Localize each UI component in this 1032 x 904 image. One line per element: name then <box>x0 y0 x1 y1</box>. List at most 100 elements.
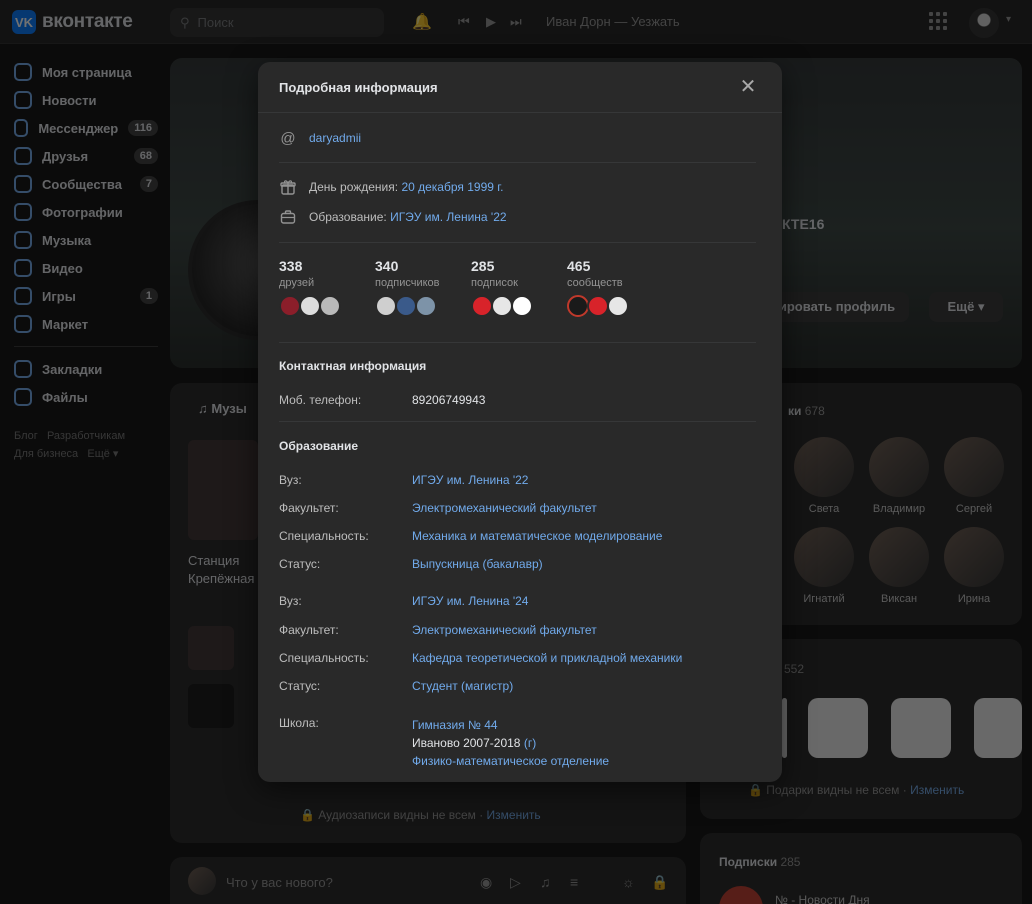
friend-avatar[interactable] <box>944 527 1004 587</box>
album-cover[interactable] <box>188 440 258 540</box>
gifts-change-link[interactable]: Изменить <box>910 783 964 797</box>
stat-following[interactable]: 285 подписок <box>471 258 533 317</box>
friend-name[interactable]: Владимир <box>859 503 939 515</box>
friend-name[interactable]: Сергей <box>934 503 1014 515</box>
apps-grid-icon[interactable] <box>929 12 947 30</box>
lock-icon[interactable]: 🔒 <box>651 874 668 891</box>
edu1-status-row: Статус: Выпускница (бакалавр) <box>279 557 543 571</box>
footer-link-more[interactable]: Ещё <box>87 448 110 460</box>
sidebar-item-market[interactable]: Маркет <box>14 310 158 338</box>
education-row: Образование: ИГЭУ им. Ленина '22 <box>279 208 507 226</box>
avatar <box>299 295 321 317</box>
sidebar-item-my-page[interactable]: Моя страница <box>14 58 158 86</box>
footer-link-developers[interactable]: Разработчикам <box>47 430 125 442</box>
school-name-link[interactable]: Гимназия № 44 <box>412 716 609 734</box>
edu2-specialty-link[interactable]: Кафедра теоретической и прикладной механ… <box>412 651 682 665</box>
search-input[interactable] <box>197 15 368 30</box>
music-tab[interactable]: ♫ Музы <box>198 401 247 416</box>
prev-track-icon[interactable]: ⏮ <box>458 14 470 30</box>
play-icon[interactable]: ▶ <box>486 14 496 30</box>
friend-avatar[interactable] <box>944 437 1004 497</box>
music-change-link[interactable]: Изменить <box>487 808 541 822</box>
text-format-icon[interactable]: ≡ <box>570 874 578 890</box>
edu1-uni-row: Вуз: ИГЭУ им. Ленина '22 <box>279 473 529 487</box>
idea-icon[interactable]: ☼ <box>622 874 635 890</box>
friend-avatar[interactable] <box>794 527 854 587</box>
sidebar-item-video[interactable]: Видео <box>14 254 158 282</box>
friend-avatar[interactable] <box>869 437 929 497</box>
bell-icon[interactable]: 🔔 <box>412 12 432 32</box>
next-track-icon[interactable]: ⏭ <box>510 14 522 30</box>
friend-avatar[interactable] <box>794 437 854 497</box>
modal-title: Подробная информация <box>279 79 438 95</box>
edu1-faculty-link[interactable]: Электромеханический факультет <box>412 501 597 515</box>
post-placeholder[interactable]: Что у вас нового? <box>226 875 333 890</box>
birthday-link[interactable]: 20 декабря 1999 г. <box>401 180 503 194</box>
school-dept-link[interactable]: Физико-математическое отделение <box>412 752 609 770</box>
video-icon[interactable]: ▷ <box>510 874 521 891</box>
sidebar-item-music[interactable]: Музыка <box>14 226 158 254</box>
sidebar-item-communities[interactable]: Сообщества 7 <box>14 170 158 198</box>
gift-item[interactable] <box>808 698 868 758</box>
sidebar-item-games[interactable]: Игры 1 <box>14 282 158 310</box>
friend-name[interactable]: Игнатий <box>784 593 864 605</box>
stat-friends[interactable]: 338 друзей <box>279 258 341 317</box>
edu1-uni-link[interactable]: ИГЭУ им. Ленина '22 <box>412 473 528 487</box>
gift-item[interactable] <box>974 698 1022 758</box>
more-button[interactable]: Ещё ▾ <box>929 292 1003 322</box>
school-row: Школа: Гимназия № 44 Иваново 2007-2018 (… <box>279 716 610 770</box>
gift-item[interactable] <box>782 698 787 758</box>
friends-title[interactable]: ки 678 <box>788 404 825 418</box>
friend-avatar[interactable] <box>869 527 929 587</box>
camera-icon[interactable]: ◉ <box>480 874 492 891</box>
school-years: Иваново 2007-2018 (г) <box>412 736 537 750</box>
avatar <box>491 295 513 317</box>
news-icon <box>14 91 32 109</box>
sidebar-item-friends[interactable]: Друзья 68 <box>14 142 158 170</box>
footer-link-blog[interactable]: Блог <box>14 430 38 442</box>
track-subtitle: Крепёжная <box>188 571 255 586</box>
edu1-specialty-link[interactable]: Механика и математическое моделирование <box>412 529 662 543</box>
sidebar-item-messenger[interactable]: Мессенджер 116 <box>14 114 158 142</box>
footer-link-business[interactable]: Для бизнеса <box>14 448 78 460</box>
vk-logo[interactable]: VK вконтакте <box>12 10 133 34</box>
edu2-specialty-row: Специальность: Кафедра теоретической и пр… <box>279 651 683 665</box>
friend-name[interactable]: Ирина <box>934 593 1014 605</box>
sidebar-item-photos[interactable]: Фотографии <box>14 198 158 226</box>
sidebar-item-news[interactable]: Новости <box>14 86 158 114</box>
sidebar-item-files[interactable]: Файлы <box>14 383 158 411</box>
birthday-label: День рождения: <box>309 180 399 194</box>
edu2-faculty-link[interactable]: Электромеханический факультет <box>412 623 597 637</box>
track-title: Станция <box>188 553 240 568</box>
edu1-status-link[interactable]: Выпускница (бакалавр) <box>412 557 543 571</box>
gift-icon <box>279 178 297 196</box>
friend-name[interactable]: Виксан <box>859 593 939 605</box>
edu2-uni-link[interactable]: ИГЭУ им. Ленина '24 <box>412 594 528 608</box>
divider <box>279 421 756 422</box>
chevron-down-icon[interactable]: ▾ <box>1006 14 1011 25</box>
now-playing[interactable]: Иван Дорн — Уезжать <box>546 14 680 29</box>
search-box[interactable]: ⚲ <box>170 8 384 37</box>
subscriptions-title[interactable]: Подписки 285 <box>719 855 800 869</box>
subscription-name[interactable]: № - Новости Дня <box>775 893 870 904</box>
gift-item[interactable] <box>891 698 951 758</box>
edu2-status-row: Статус: Студент (магистр) <box>279 679 514 693</box>
count-badge: 1 <box>139 288 158 304</box>
profile-name: КТЕ16 <box>782 216 825 232</box>
nickname-link[interactable]: daryadmii <box>309 131 361 145</box>
stat-communities[interactable]: 465 сообществ <box>567 258 629 317</box>
gamepad-icon <box>14 287 32 305</box>
education-link[interactable]: ИГЭУ им. Ленина '22 <box>390 210 506 224</box>
music-icon <box>14 231 32 249</box>
header-avatar[interactable] <box>969 8 999 38</box>
close-icon[interactable]: ✕ <box>738 77 758 97</box>
friend-name[interactable]: Света <box>784 503 864 515</box>
sidebar-item-bookmarks[interactable]: Закладки <box>14 355 158 383</box>
avatar <box>567 295 589 317</box>
track-cover[interactable] <box>188 684 234 728</box>
school-city-link[interactable]: (г) <box>524 736 536 750</box>
track-cover[interactable] <box>188 626 234 670</box>
music-note-icon[interactable]: ♫ <box>540 874 551 890</box>
stat-followers[interactable]: 340 подписчиков <box>375 258 440 317</box>
edu2-status-link[interactable]: Студент (магистр) <box>412 679 513 693</box>
